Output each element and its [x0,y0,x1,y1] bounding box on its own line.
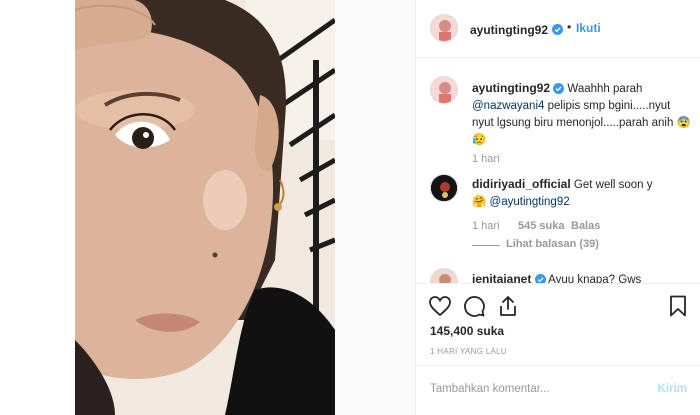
comment-text: didiriyadi_official Get well soon y 🤗 @a… [472,176,692,211]
header-username-row: ayutingting92 [470,21,564,39]
replies-divider [472,245,500,246]
avatar[interactable] [430,14,458,42]
post-header: ayutingting92 • Ikuti [416,0,700,58]
avatar-image [431,77,457,103]
comment-avatar[interactable] [430,268,458,283]
bookmark-icon[interactable] [666,294,690,318]
add-comment-bar: Kirim [416,365,700,415]
caption-avatar[interactable] [430,76,458,104]
comment-input[interactable] [430,383,630,395]
comment-likes[interactable]: 545 suka [518,220,564,232]
left-gutter [0,0,75,415]
heart-icon[interactable] [428,294,452,318]
comment-username[interactable]: jenitajanet [472,272,531,283]
post-comment-button[interactable]: Kirim [658,383,687,395]
avatar-image [431,175,457,201]
verified-badge-icon [534,274,546,283]
share-icon[interactable] [496,294,520,318]
selfie-illustration [75,0,335,415]
instagram-post-modal: ayutingting92 • Ikuti ayutingting92 Waah… [0,0,700,415]
avatar-image [431,15,457,41]
comment-time[interactable]: 1 hari [472,220,500,232]
post-time-ago: 1 HARI YANG LALU [430,347,507,356]
follow-button[interactable]: Ikuti [576,21,601,35]
comment-text-start: Ayuu knapa? Gws [548,274,642,284]
post-details-panel: ayutingting92 • Ikuti ayutingting92 Waah… [415,0,700,415]
comment-text-start: Get well soon y [573,179,653,191]
verified-badge-icon [553,83,565,95]
separator-dot: • [567,20,572,34]
caption-text-start: Waahhh parah [567,83,643,95]
comment-text: jenitajanet Ayuu knapa? Gws [472,271,692,284]
verified-badge-icon [552,24,564,36]
caption-text: ayutingting92 Waahhh parah @nazwayani4 p… [472,80,692,149]
comment-emoji: 🤗 [472,196,487,208]
reply-button[interactable]: Balas [571,220,600,232]
caption-username[interactable]: ayutingting92 [472,81,550,95]
caption-mention[interactable]: @nazwayani4 [472,100,544,112]
comment-mention[interactable]: @ayutingting92 [490,196,570,208]
caption-time[interactable]: 1 hari [472,153,500,165]
comment-username[interactable]: didiriyadi_official [472,177,571,191]
avatar-image [431,269,457,283]
comment-avatar[interactable] [430,174,458,202]
likes-count[interactable]: 145,400 suka [430,324,504,338]
post-photo[interactable] [75,0,335,415]
header-username[interactable]: ayutingting92 [470,23,548,37]
comments-section[interactable]: ayutingting92 Waahhh parah @nazwayani4 p… [416,58,700,284]
comment-icon[interactable] [462,294,486,318]
view-replies-link[interactable]: Lihat balasan (39) [506,238,599,250]
